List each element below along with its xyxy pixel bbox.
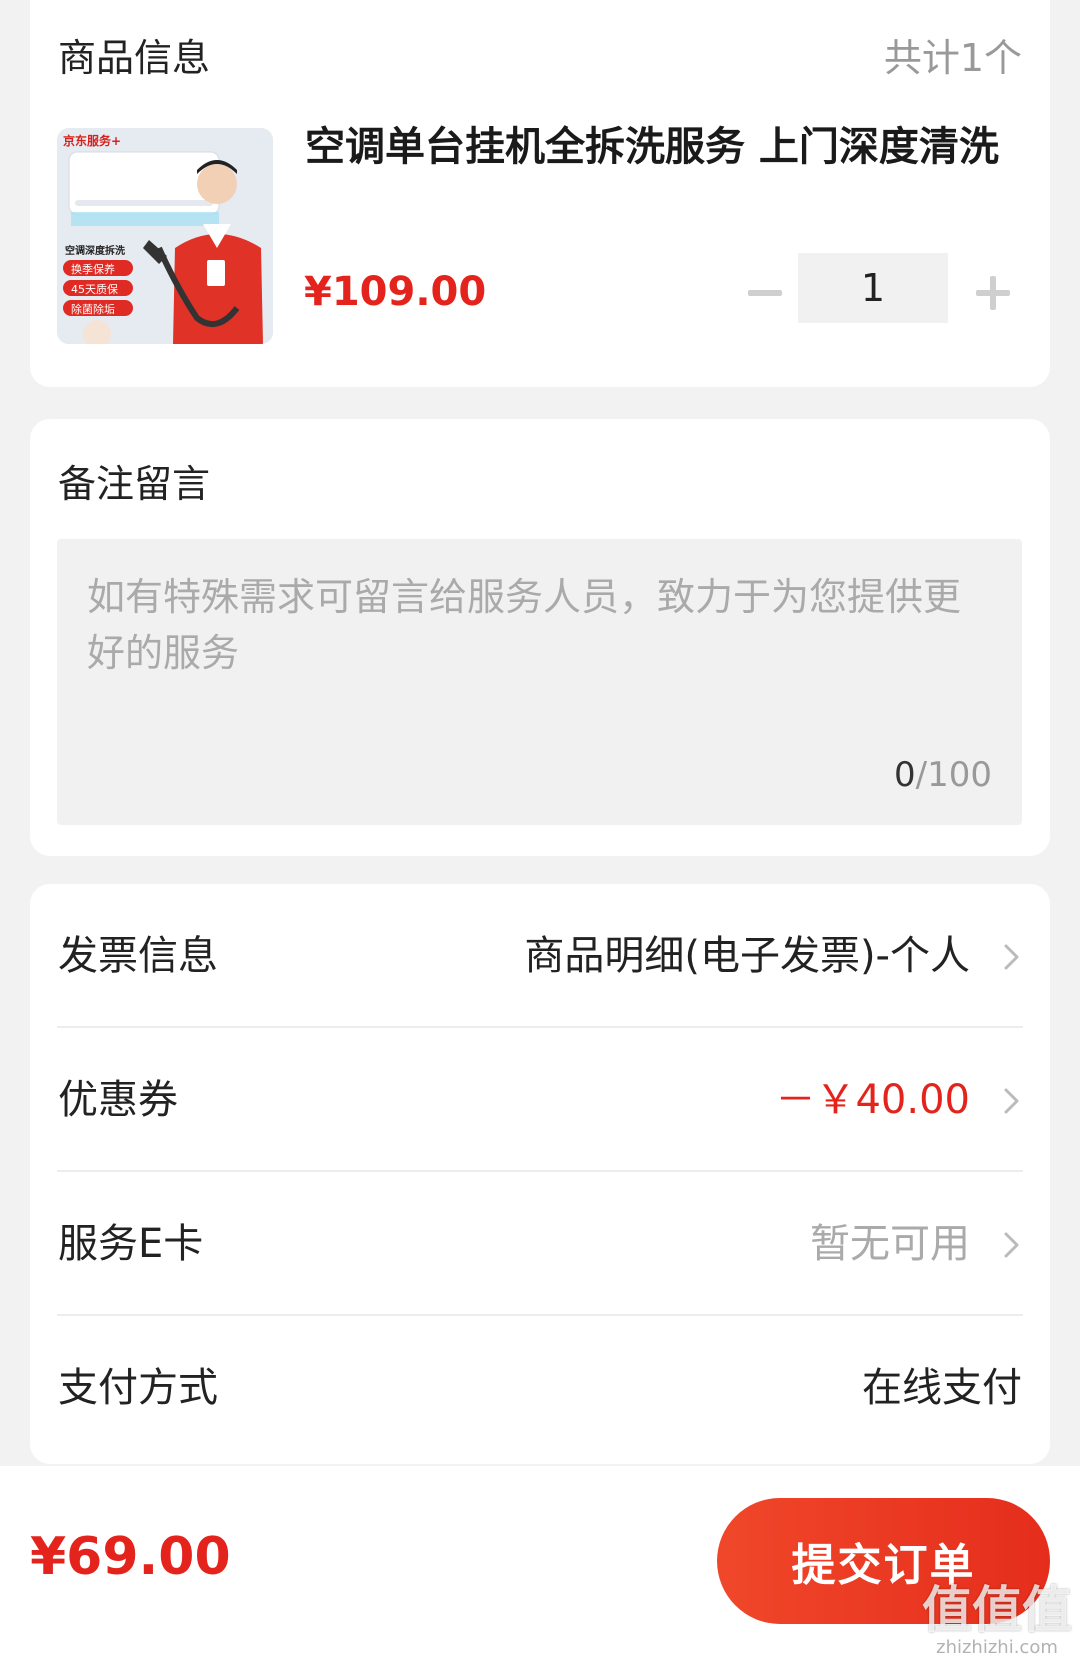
quantity-input[interactable]: 1 — [798, 253, 948, 323]
chevron-right-icon — [1004, 944, 1019, 970]
remark-card: 备注留言 如有特殊需求可留言给服务人员，致力于为您提供更好的服务 0/100 — [30, 419, 1050, 856]
invoice-row[interactable]: 发票信息 商品明细(电子发票)-个人 — [30, 884, 1050, 1028]
product-name[interactable]: 空调单台挂机全拆洗服务 上门深度清洗 — [305, 120, 999, 174]
remark-textarea[interactable]: 如有特殊需求可留言给服务人员，致力于为您提供更好的服务 0/100 — [57, 539, 1022, 825]
invoice-value: 商品明细(电子发票)-个人 — [524, 933, 970, 979]
remark-placeholder: 如有特殊需求可留言给服务人员，致力于为您提供更好的服务 — [87, 575, 962, 675]
payment-method-label: 支付方式 — [58, 1365, 218, 1411]
payment-method-value: 在线支付 — [862, 1365, 1022, 1411]
remark-counter-current: 0 — [894, 755, 916, 795]
chevron-right-icon — [1004, 1232, 1019, 1258]
quantity-decrease-button[interactable] — [740, 268, 790, 318]
thumb-tag: 45天质保 — [71, 283, 118, 296]
watermark-logo: 值值值 zhizhizhi.com — [922, 1582, 1072, 1658]
invoice-label: 发票信息 — [58, 933, 218, 979]
product-card: 商品信息 共计1个 京东服务+ 空调深度拆洗 换季保养 45天质保 除菌除垢 空… — [30, 0, 1050, 387]
coupon-row[interactable]: 优惠券 －￥40.00 — [30, 1028, 1050, 1172]
order-options-card: 发票信息 商品明细(电子发票)-个人 优惠券 －￥40.00 服务E卡 暂无可用… — [30, 884, 1050, 1464]
remark-counter-max: /100 — [915, 755, 992, 795]
checkout-bar: ¥69.00 提交订单 值值值 zhizhizhi.com — [0, 1466, 1080, 1662]
coupon-value: －￥40.00 — [775, 1077, 970, 1123]
minus-icon — [748, 290, 782, 296]
thumb-tag: 除菌除垢 — [71, 303, 115, 316]
product-thumbnail[interactable]: 京东服务+ 空调深度拆洗 换季保养 45天质保 除菌除垢 — [57, 128, 273, 344]
remark-char-counter: 0/100 — [894, 753, 992, 797]
payment-method-row: 支付方式 在线支付 — [30, 1316, 1050, 1460]
watermark-domain: zhizhizhi.com — [936, 1637, 1058, 1658]
thumb-tag: 换季保养 — [71, 263, 115, 276]
thumb-caption: 空调深度拆洗 — [65, 246, 125, 257]
service-ecard-value: 暂无可用 — [810, 1221, 970, 1267]
quantity-increase-button[interactable] — [968, 268, 1018, 318]
service-ecard-row[interactable]: 服务E卡 暂无可用 — [30, 1172, 1050, 1316]
product-count: 共计1个 — [883, 36, 1022, 80]
chevron-right-icon — [1004, 1088, 1019, 1114]
watermark-mark: 值值值 — [922, 1581, 1072, 1639]
remark-section-title: 备注留言 — [58, 462, 211, 506]
coupon-label: 优惠券 — [58, 1077, 178, 1123]
plus-icon — [976, 276, 1010, 310]
total-price: ¥69.00 — [30, 1527, 231, 1587]
service-ecard-label: 服务E卡 — [58, 1221, 204, 1267]
thumb-brand-text: 京东服务+ — [63, 134, 122, 148]
product-price: ¥109.00 — [304, 269, 487, 315]
product-section-title: 商品信息 — [58, 36, 211, 80]
